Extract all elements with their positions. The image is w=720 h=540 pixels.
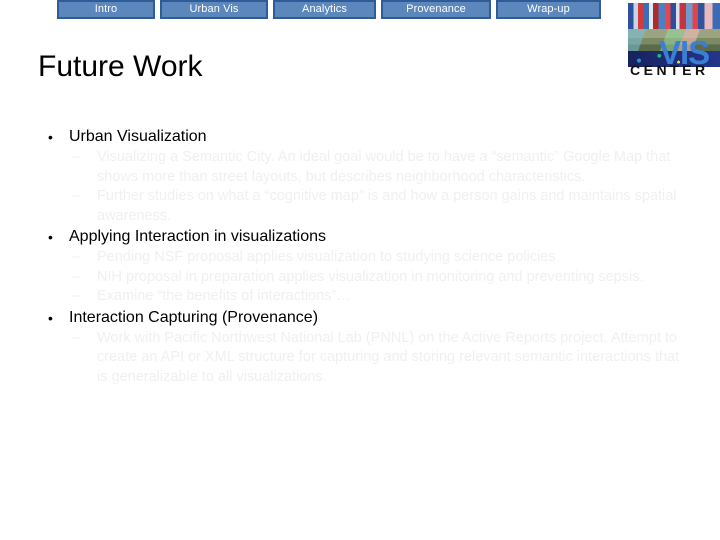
nav-tab-intro[interactable]: Intro — [57, 0, 155, 19]
bullet-item-level2: – Work with Pacific Northwest National La… — [72, 329, 688, 388]
vis-center-logo: VIS CENTER — [628, 3, 720, 79]
bullet-item-level1: • Applying Interaction in visualizations — [42, 226, 688, 248]
bullet-dash-icon: – — [72, 188, 81, 204]
bullet-text: Visualizing a Semantic City. An ideal go… — [97, 149, 671, 185]
nav-tab-wrap-up[interactable]: Wrap-up — [496, 0, 601, 19]
bullet-text: Further studies on what a “cognitive map… — [97, 188, 677, 224]
nav-tab-provenance[interactable]: Provenance — [381, 0, 491, 19]
bullet-text: Examine “the benefits of interactions”… — [97, 288, 351, 304]
bullet-item-level1: • Urban Visualization — [42, 126, 688, 148]
bullet-dash-icon: – — [72, 288, 81, 304]
bullet-item-level2: – NIH proposal in preparation applies vis… — [72, 268, 688, 288]
bullet-item-level2: – Further studies on what a “cognitive ma… — [72, 187, 688, 226]
logo-word-center: CENTER — [630, 62, 709, 78]
nav-tab-analytics[interactable]: Analytics — [273, 0, 376, 19]
logo-colorband-top-icon — [628, 3, 720, 29]
bullet-dot-icon: • — [48, 309, 53, 326]
nav-tab-urban-vis[interactable]: Urban Vis — [160, 0, 268, 19]
page-title: Future Work — [38, 50, 203, 83]
bullet-text: Pending NSF proposal applies visualizati… — [97, 249, 556, 265]
bullet-item-level1: • Interaction Capturing (Provenance) — [42, 307, 688, 329]
bullet-text: Applying Interaction in visualizations — [69, 228, 327, 245]
bullet-text: NIH proposal in preparation applies visu… — [97, 268, 644, 285]
bullet-text: Interaction Capturing (Provenance) — [69, 308, 319, 326]
bullet-dash-icon: – — [72, 329, 81, 346]
bullet-dot-icon: • — [48, 229, 53, 245]
navigation-tab-bar: Intro Urban Vis Analytics Provenance Wrap-up — [0, 0, 720, 23]
bullet-dash-icon: – — [72, 268, 81, 285]
bullet-item-level2: – Pending NSF proposal applies visualizat… — [72, 248, 688, 268]
bullet-dash-icon: – — [72, 249, 81, 265]
bullet-text: Urban Visualization — [69, 128, 207, 145]
bullet-text: Work with Pacific Northwest National Lab… — [97, 329, 680, 385]
bullet-dot-icon: • — [48, 129, 53, 145]
bullet-item-level2: – Examine “the benefits of interactions”… — [72, 287, 688, 307]
slide-body-content: • Urban Visualization – Visualizing a Seman… — [38, 126, 688, 387]
bullet-dash-icon: – — [72, 149, 81, 165]
bullet-item-level2: – Visualizing a Semantic City. An ideal g… — [72, 148, 688, 187]
